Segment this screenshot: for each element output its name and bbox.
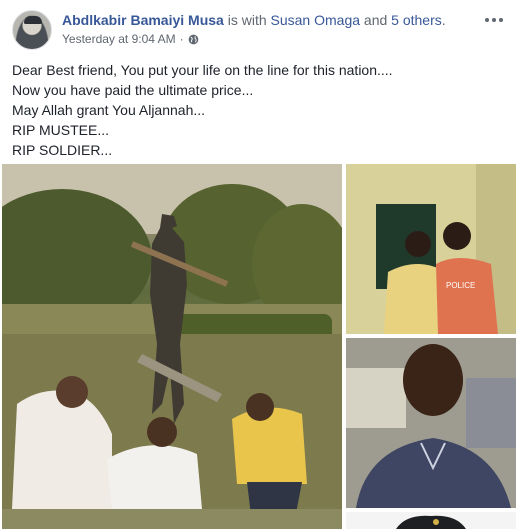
post-meta: Yesterday at 9:04 AM · <box>62 32 199 46</box>
post-header: Abdlkabir Bamaiyi Musa is with Susan Oma… <box>12 10 506 52</box>
photo-group-statue-art <box>2 164 342 529</box>
post-message: Dear Best friend, You put your life on t… <box>12 60 506 160</box>
photo-fourth-preview[interactable] <box>346 512 516 529</box>
tagged-user-link[interactable]: Susan Omaga <box>271 12 361 28</box>
photo-two-friends-art: POLICE <box>346 164 516 334</box>
photo-grid: POLICE <box>0 164 516 529</box>
globe-icon[interactable] <box>188 34 199 45</box>
photo-group-statue[interactable] <box>2 164 342 529</box>
photo-two-friends[interactable]: POLICE <box>346 164 516 334</box>
period-text: . <box>441 12 446 28</box>
author-name-link[interactable]: Abdlkabir Bamaiyi Musa <box>62 12 224 28</box>
post-timestamp[interactable]: Yesterday at 9:04 AM <box>62 32 176 46</box>
photo-portrait-art <box>346 338 516 508</box>
and-text: and <box>360 12 392 28</box>
police-shirt-text: POLICE <box>446 281 475 290</box>
message-line: May Allah grant You Aljannah... <box>12 102 206 118</box>
message-line: Now you have paid the ultimate price... <box>12 82 254 98</box>
more-options-icon[interactable] <box>482 10 506 30</box>
photo-portrait[interactable] <box>346 338 516 508</box>
message-line: RIP MUSTEE... <box>12 122 109 138</box>
others-link[interactable]: 5 others <box>391 12 442 28</box>
with-text: is with <box>223 12 271 28</box>
meta-separator: · <box>179 32 184 46</box>
photo-fourth-preview-art <box>346 512 516 529</box>
post-title-line: Abdlkabir Bamaiyi Musa is with Susan Oma… <box>62 12 446 28</box>
message-line: Dear Best friend, You put your life on t… <box>12 62 393 78</box>
message-line: RIP SOLDIER... <box>12 142 113 158</box>
author-avatar[interactable] <box>12 10 52 50</box>
